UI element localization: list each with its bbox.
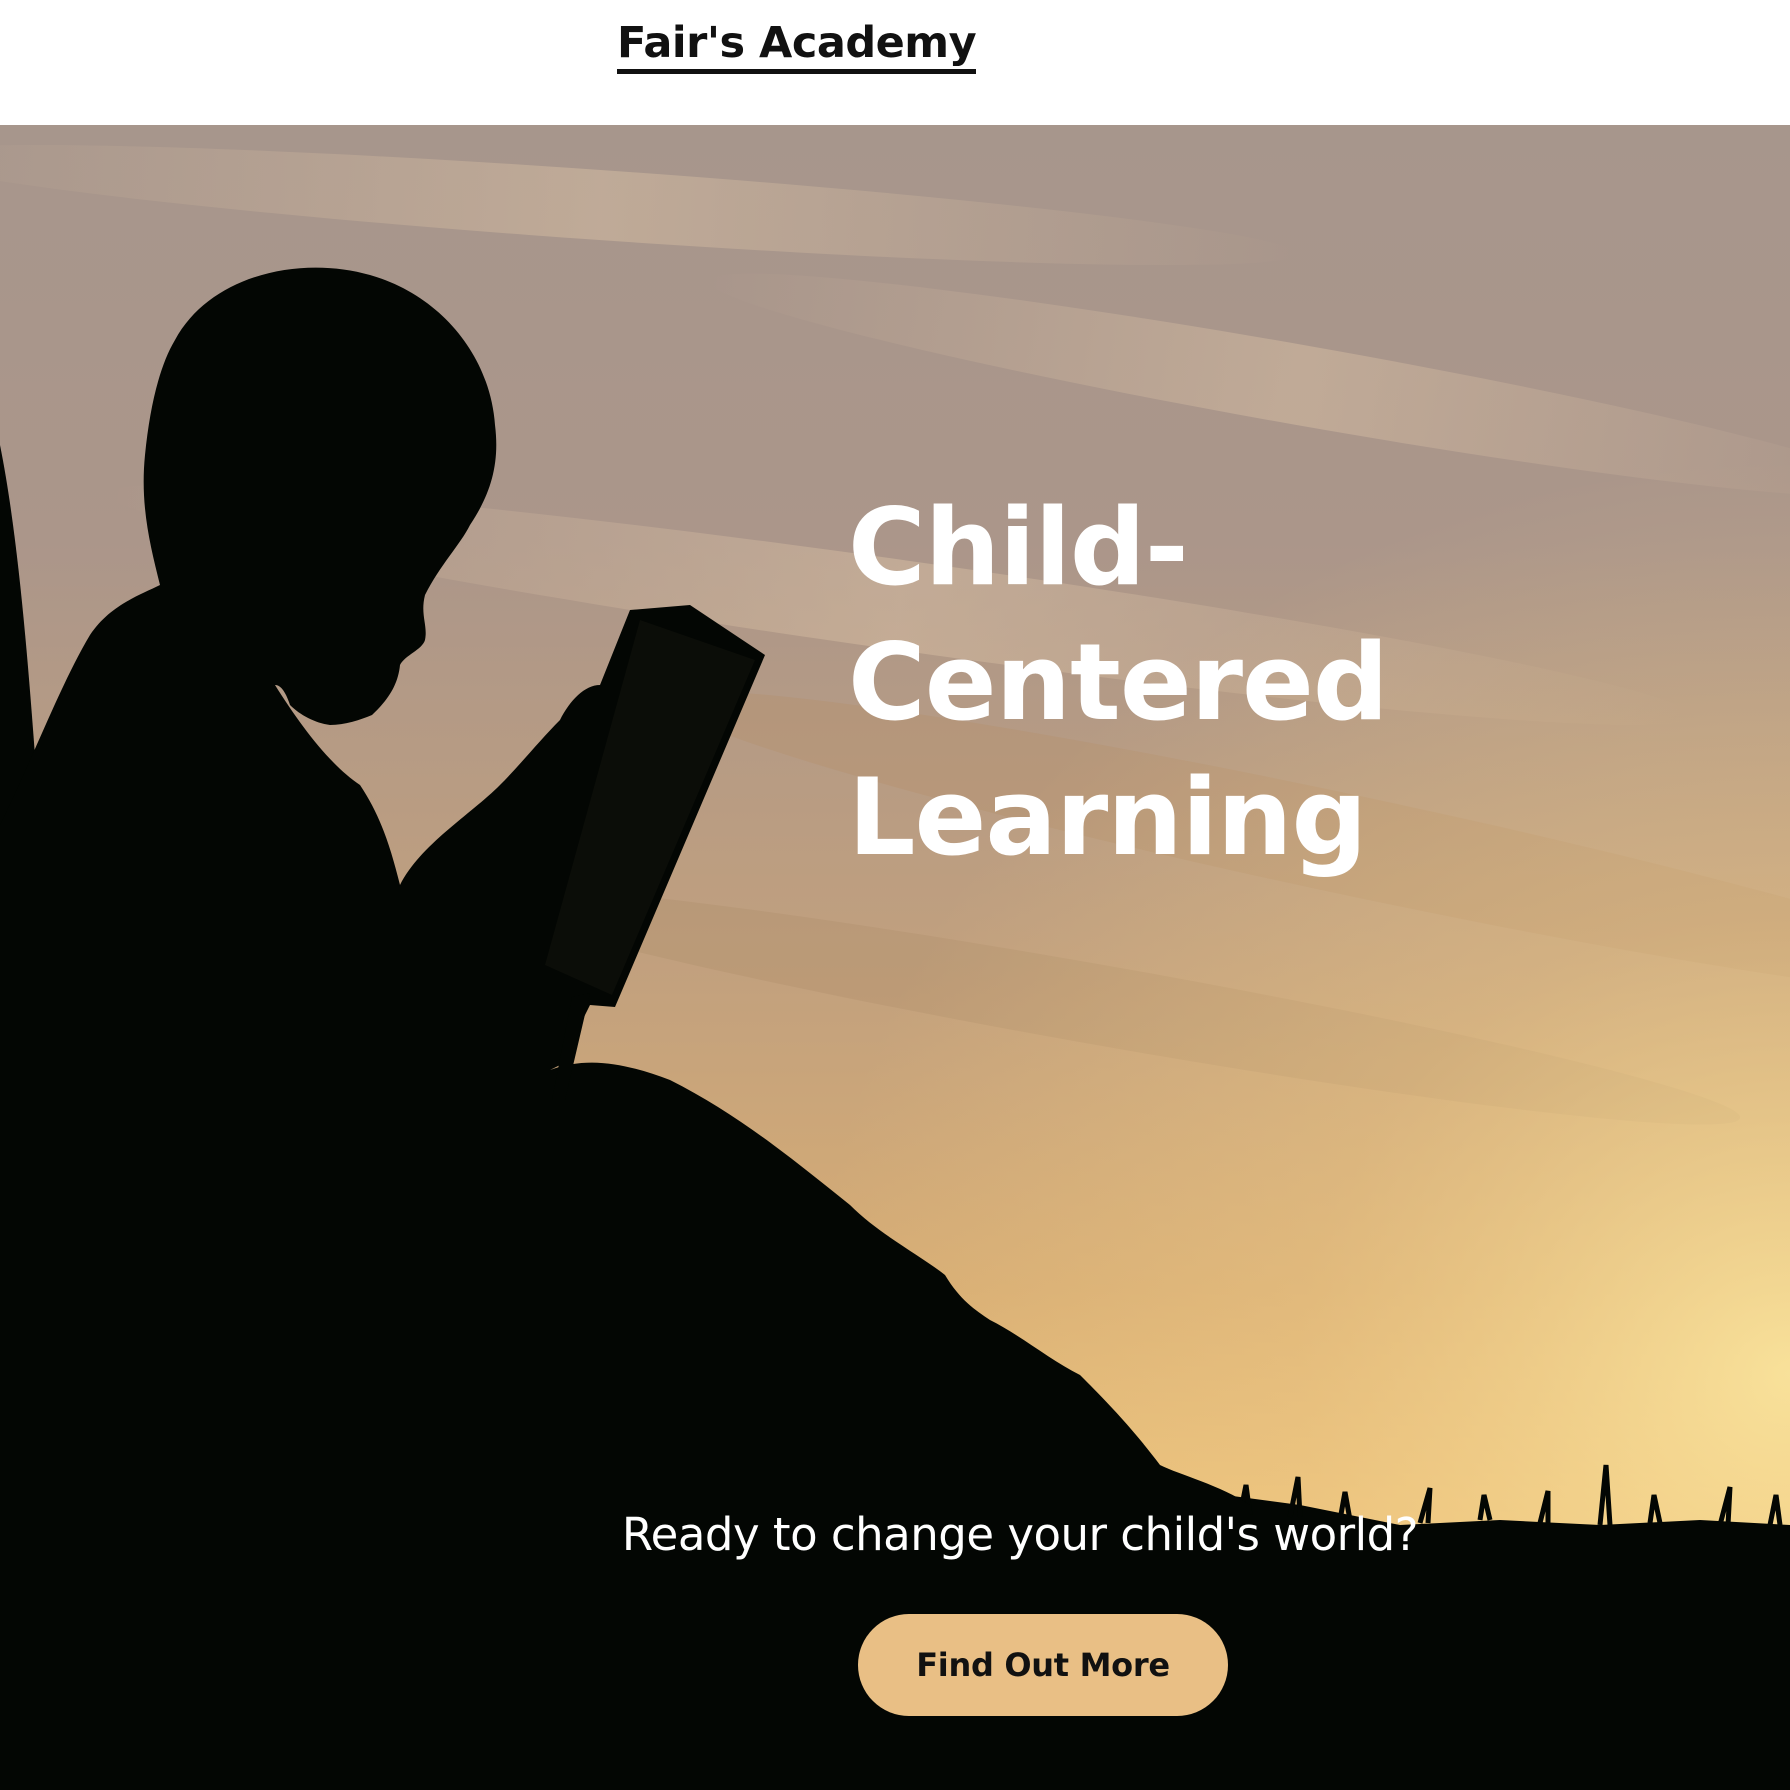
hero-headline: Child- Centered Learning [848,480,1548,885]
headline-line-3: Learning [848,756,1367,879]
brand-logo-link[interactable]: Fair's Academy [617,19,977,75]
headline-line-1: Child- [848,486,1189,609]
site-header: Fair's Academy [0,0,1790,125]
find-out-more-button[interactable]: Find Out More [858,1614,1228,1716]
hero-tagline: Ready to change your child's world? [621,1508,1419,1561]
headline-line-2: Centered [848,621,1389,744]
hero-section: Child- Centered Learning Ready to change… [0,125,1790,1790]
